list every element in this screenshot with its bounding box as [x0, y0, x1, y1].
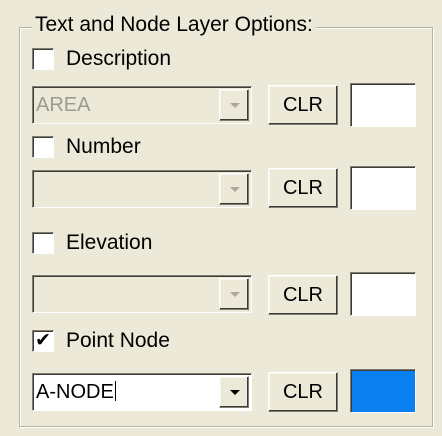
chevron-down-icon [230, 187, 240, 192]
number-layer-combo[interactable] [32, 170, 252, 208]
number-checkbox-row[interactable]: Number [32, 133, 141, 161]
point-node-dropdown-button[interactable] [219, 376, 249, 408]
point-node-layer-value: A-NODE [36, 381, 114, 403]
description-clr-button[interactable]: CLR [268, 85, 338, 125]
description-color-swatch[interactable] [350, 83, 416, 127]
elevation-checkbox-row[interactable]: Elevation [32, 229, 152, 257]
number-dropdown-button[interactable] [219, 173, 249, 205]
point-node-color-swatch[interactable] [350, 369, 416, 413]
group-title: Text and Node Layer Options: [32, 12, 316, 38]
number-clr-button[interactable]: CLR [268, 168, 338, 208]
point-node-clr-button[interactable]: CLR [268, 372, 338, 412]
description-checkbox[interactable] [32, 48, 54, 70]
description-dropdown-button[interactable] [219, 89, 249, 121]
point-node-checkbox[interactable]: ✔ [32, 330, 54, 352]
description-checkbox-row[interactable]: Description [32, 45, 171, 73]
text-caret [114, 381, 116, 401]
description-label: Description [66, 47, 172, 70]
number-checkbox[interactable] [32, 136, 54, 158]
elevation-layer-combo[interactable] [32, 275, 252, 313]
point-node-layer-combo[interactable]: A-NODE [32, 373, 252, 411]
check-icon: ✔ [35, 330, 51, 351]
elevation-checkbox[interactable] [32, 232, 54, 254]
point-node-label: Point Node [66, 329, 170, 352]
point-node-checkbox-row[interactable]: ✔ Point Node [32, 327, 170, 355]
chevron-down-icon [230, 390, 240, 395]
number-label: Number [66, 135, 141, 158]
elevation-clr-button[interactable]: CLR [268, 275, 338, 315]
point-node-layer-input[interactable]: A-NODE [36, 380, 116, 404]
elevation-color-swatch[interactable] [350, 272, 416, 316]
text-node-layer-options-panel: Text and Node Layer Options: Description… [0, 0, 442, 436]
number-color-swatch[interactable] [350, 166, 416, 210]
chevron-down-icon [230, 103, 240, 108]
elevation-dropdown-button[interactable] [219, 278, 249, 310]
description-layer-value: AREA [36, 94, 91, 116]
chevron-down-icon [230, 292, 240, 297]
elevation-label: Elevation [66, 231, 153, 254]
description-layer-combo[interactable]: AREA [32, 86, 252, 124]
